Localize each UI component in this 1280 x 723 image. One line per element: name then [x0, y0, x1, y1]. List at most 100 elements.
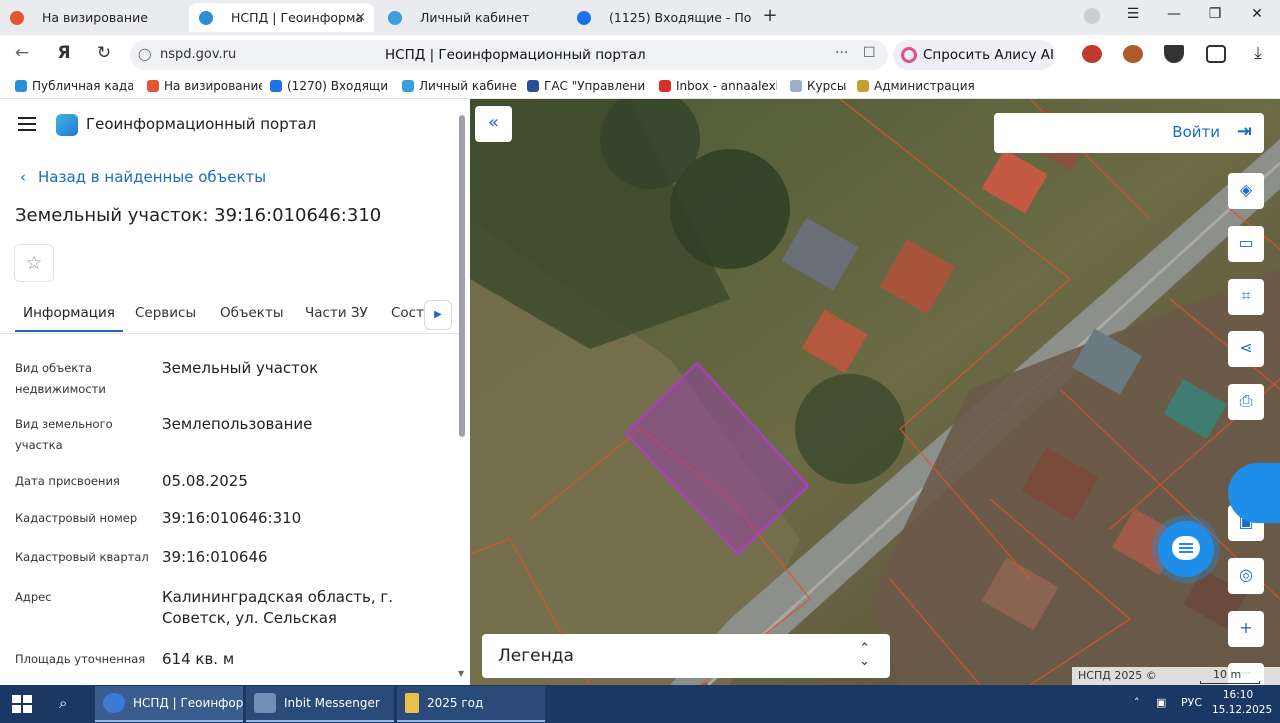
location-icon[interactable]: ◎ [1228, 558, 1264, 594]
layers-icon[interactable]: ◈ [1228, 173, 1264, 209]
bookmark-icon[interactable]: ☐ [863, 45, 876, 61]
back-to-results-link[interactable]: ‹ Назад в найденные объекты [20, 168, 266, 186]
ask-alice-button[interactable]: Спросить Алису AI [893, 40, 1056, 70]
field-value: 05.08.2025 [162, 472, 248, 490]
taskbar-item-browser[interactable]: НСПД | Геоинфор... [95, 686, 243, 722]
bookmark-favicon-icon [270, 80, 282, 92]
more-icon[interactable]: ··· [835, 45, 848, 61]
star-icon: ☆ [25, 252, 43, 274]
browser-menu-icon[interactable]: ☰ [1121, 6, 1145, 22]
bookmark-favicon-icon [659, 80, 671, 92]
field-label: Адрес [15, 590, 52, 604]
bookmark-item[interactable]: Личный кабинет [402, 79, 517, 93]
bookmark-favicon-icon [15, 80, 27, 92]
tab-title: (1125) Входящие - Почта [609, 10, 752, 25]
profile-icon[interactable] [1084, 8, 1100, 24]
tab-objects[interactable]: Объекты [220, 305, 283, 321]
bookmark-item[interactable]: Администрация ( [857, 79, 975, 93]
restore-icon[interactable]: ❐ [1203, 6, 1227, 22]
bookmark-item[interactable]: (1270) Входящие [270, 79, 388, 93]
field-value: Калининградская область, г. Советск, ул.… [162, 588, 394, 627]
bookmarks-bar: Публичная кадас На визирование (1270) Вх… [0, 75, 1280, 99]
back-link-label: Назад в найденные объекты [38, 168, 267, 186]
field-value: Землепользование [162, 415, 313, 433]
share-icon[interactable]: ⋖ [1228, 331, 1264, 367]
url-text[interactable]: nspd.gov.ru [160, 47, 236, 62]
tray-expand-icon[interactable]: ˄ [1134, 696, 1140, 709]
site-info-icon[interactable]: ◯ [138, 47, 151, 61]
zoom-in-icon[interactable]: + [1228, 611, 1264, 647]
tab-title: Личный кабинет [420, 10, 530, 25]
bookmark-favicon-icon [527, 80, 539, 92]
help-widget-icon[interactable] [1228, 463, 1280, 523]
network-icon[interactable]: ▣ [1156, 696, 1166, 709]
search-icon[interactable]: ⌕ [59, 694, 67, 712]
panel-scrollbar[interactable] [459, 115, 465, 437]
close-tab-icon[interactable]: × [355, 10, 366, 25]
language-indicator[interactable]: РУС [1181, 696, 1202, 709]
scan-icon[interactable]: ⌗ [1228, 279, 1264, 315]
bookmark-label: Публичная кадас [32, 79, 133, 93]
tabs-scroll-right-button[interactable]: ▶ [424, 300, 452, 330]
extensions-puzzle-icon[interactable] [1206, 45, 1226, 63]
hamburger-menu-icon[interactable] [18, 117, 36, 131]
print-icon[interactable]: ⎙ [1228, 384, 1264, 420]
field-value[interactable]: 39:16:010646 [162, 547, 427, 568]
back-arrow-icon[interactable]: ← [10, 43, 34, 63]
scale-label: 10 m [1213, 668, 1242, 681]
info-tabs: Информация Сервисы Объекты Части ЗУ Сост… [0, 294, 460, 334]
tab-parts[interactable]: Части ЗУ [305, 305, 368, 321]
extension-icon[interactable] [1164, 45, 1184, 63]
bookmark-item[interactable]: Публичная кадас [15, 79, 133, 93]
bookmark-item[interactable]: Inbox - annaalexb [659, 79, 777, 93]
browser-tab[interactable]: Личный кабинет [378, 3, 563, 32]
taskbar-item-folder[interactable]: 2025 год [397, 686, 545, 722]
tab-information[interactable]: Информация [15, 305, 123, 332]
address-bar-row: ← Я ↻ ◯ nspd.gov.ru НСПД | Геоинформацио… [0, 35, 1280, 75]
chat-bubble-button[interactable] [1158, 521, 1214, 577]
extension-icon[interactable] [1082, 45, 1102, 63]
clock-date: 15.12.2025 [1212, 704, 1273, 716]
bookmark-item[interactable]: ГАС "Управление [527, 79, 645, 93]
field-value: 614 кв. м [162, 650, 235, 668]
login-button[interactable]: Войти ⇥ [994, 113, 1264, 153]
folder-icon [405, 693, 419, 713]
system-clock[interactable]: 16:10 15.12.2025 [1212, 688, 1273, 718]
scroll-down-arrow-icon[interactable]: ▼ [458, 669, 464, 678]
extension-icon[interactable] [1123, 45, 1143, 63]
reload-icon[interactable]: ↻ [92, 43, 116, 63]
field-value[interactable]: 39:16:010646:310 [162, 508, 427, 529]
object-info-panel: Геоинформационный портал ‹ Назад в найден… [0, 99, 470, 685]
map-view[interactable] [470, 99, 1280, 685]
browser-tab[interactable]: (1125) Входящие - Почта [567, 3, 752, 32]
favorite-star-button[interactable]: ☆ [14, 244, 54, 282]
ruler-icon[interactable]: ▭ [1228, 226, 1264, 262]
close-window-icon[interactable]: ✕ [1245, 6, 1269, 22]
tab-favicon-icon [388, 10, 402, 25]
windows-start-icon[interactable] [12, 695, 32, 713]
bookmark-item[interactable]: Курсы [790, 79, 850, 93]
bookmark-favicon-icon [147, 80, 159, 92]
bookmark-favicon-icon [402, 80, 414, 92]
chevron-left-icon: ‹ [20, 168, 26, 186]
taskbar-item-messenger[interactable]: Inbit Messenger [246, 686, 394, 722]
browser-tab[interactable]: На визирование [0, 3, 185, 32]
tab-title: На визирование [42, 10, 148, 25]
yandex-logo-icon[interactable]: Я [52, 43, 76, 63]
alice-label: Спросить Алису AI [923, 47, 1054, 63]
collapse-panel-button[interactable]: « [475, 106, 512, 142]
bookmark-favicon-icon [857, 80, 869, 92]
omnibox[interactable]: ◯ nspd.gov.ru НСПД | Геоинформационный п… [130, 40, 888, 70]
legend-panel[interactable]: Легенда ⌃ ⌄ [482, 634, 890, 678]
field-label: Вид земельного участка [15, 417, 113, 452]
login-arrow-icon: ⇥ [1236, 121, 1252, 142]
minimize-icon[interactable]: — [1162, 6, 1186, 22]
tab-services[interactable]: Сервисы [135, 305, 196, 321]
browser-tab-active[interactable]: НСПД | Геоинформаци × [189, 3, 374, 32]
chat-icon [1172, 536, 1200, 560]
download-icon[interactable]: ⤓ [1246, 43, 1270, 63]
bookmark-item[interactable]: На визирование [147, 79, 262, 93]
new-tab-button[interactable]: + [760, 7, 780, 27]
field-label: Дата присвоения [15, 474, 120, 488]
field-value: Земельный участок [162, 359, 319, 377]
